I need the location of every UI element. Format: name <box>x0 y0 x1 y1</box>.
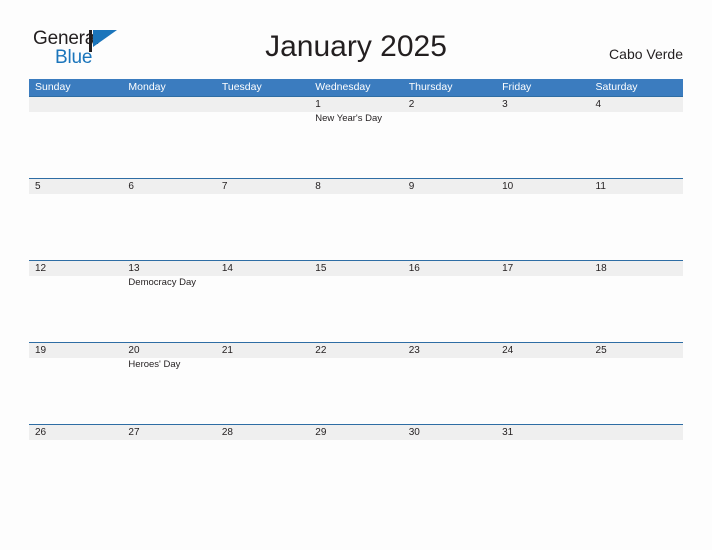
day-number: 19 <box>35 345 47 356</box>
day-number <box>596 425 683 440</box>
day-number: 26 <box>35 427 47 438</box>
day-number: 2 <box>408 99 415 110</box>
day-cell[interactable]: 29 <box>309 425 402 506</box>
day-number: 4 <box>595 99 602 110</box>
day-cell[interactable]: 14 <box>216 261 309 342</box>
day-number: 6 <box>128 181 134 192</box>
day-cell[interactable]: 16 <box>403 261 496 342</box>
day-cell[interactable]: 20 Heroes' Day <box>122 343 215 424</box>
day-cell[interactable]: 2 <box>403 97 496 178</box>
day-event: New Year's Day <box>315 113 383 124</box>
day-number: 30 <box>408 427 420 438</box>
day-number: 15 <box>315 263 327 274</box>
day-number: 9 <box>408 181 415 192</box>
day-cell[interactable]: 7 <box>216 179 309 260</box>
day-number: 17 <box>502 263 514 274</box>
day-number: 22 <box>315 345 327 356</box>
day-number: 7 <box>221 181 228 192</box>
day-number: 18 <box>595 263 607 274</box>
day-number: 21 <box>221 345 233 356</box>
day-cell[interactable]: 21 <box>216 343 309 424</box>
day-number: 8 <box>315 181 321 192</box>
country-label: Cabo Verde <box>609 46 683 62</box>
day-number: 10 <box>502 181 514 192</box>
day-cell[interactable] <box>29 97 122 178</box>
day-number: 1 <box>315 99 321 110</box>
day-number <box>222 97 309 112</box>
day-event: Democracy Day <box>128 277 196 288</box>
day-number: 14 <box>221 263 233 274</box>
day-cell[interactable]: 26 <box>29 425 122 506</box>
weekday-header-sunday: Sunday <box>35 81 71 93</box>
day-cell[interactable]: 6 <box>122 179 215 260</box>
day-number: 12 <box>35 263 47 274</box>
day-number: 24 <box>502 345 514 356</box>
weekday-header-friday: Friday <box>502 81 532 93</box>
day-cell[interactable] <box>122 97 215 178</box>
day-cell[interactable]: 5 <box>29 179 122 260</box>
page-header: General Blue January 2025 Cabo Verde <box>0 0 712 70</box>
week-row: 26 27 28 29 30 31 <box>29 424 683 506</box>
day-number: 16 <box>408 263 420 274</box>
day-cell[interactable]: 11 <box>590 179 683 260</box>
day-cell[interactable]: 19 <box>29 343 122 424</box>
day-number <box>35 97 122 112</box>
calendar-grid: Sunday Monday Tuesday Wednesday Thursday… <box>29 79 683 506</box>
day-event: Heroes' Day <box>128 359 181 370</box>
day-cell[interactable]: 22 <box>309 343 402 424</box>
day-cell[interactable]: 18 <box>590 261 683 342</box>
week-row: 1 New Year's Day 2 3 4 <box>29 96 683 178</box>
day-number: 28 <box>221 427 233 438</box>
day-cell[interactable]: 13 Democracy Day <box>122 261 215 342</box>
day-cell[interactable]: 12 <box>29 261 122 342</box>
weekday-header-row: Sunday Monday Tuesday Wednesday Thursday… <box>29 79 683 96</box>
day-cell[interactable]: 4 <box>590 97 683 178</box>
week-row: 12 13 Democracy Day 14 15 16 17 18 <box>29 260 683 342</box>
day-number: 29 <box>315 427 327 438</box>
day-cell[interactable]: 23 <box>403 343 496 424</box>
day-cell[interactable]: 27 <box>122 425 215 506</box>
day-cell[interactable]: 8 <box>309 179 402 260</box>
day-cell[interactable] <box>590 425 683 506</box>
day-number: 11 <box>595 181 606 192</box>
day-number: 20 <box>128 345 140 356</box>
day-number: 13 <box>128 263 140 274</box>
day-cell[interactable]: 17 <box>496 261 589 342</box>
weekday-header-monday: Monday <box>128 81 166 93</box>
day-cell[interactable]: 30 <box>403 425 496 506</box>
day-number: 23 <box>408 345 420 356</box>
weekday-header-wednesday: Wednesday <box>315 81 371 93</box>
day-cell[interactable]: 31 <box>496 425 589 506</box>
day-cell[interactable]: 1 New Year's Day <box>309 97 402 178</box>
day-number: 31 <box>502 427 514 438</box>
day-cell[interactable]: 15 <box>309 261 402 342</box>
weekday-header-tuesday: Tuesday <box>221 81 262 93</box>
week-row: 5 6 7 8 9 10 11 <box>29 178 683 260</box>
weekday-header-saturday: Saturday <box>595 81 638 93</box>
day-number: 25 <box>595 345 607 356</box>
day-cell[interactable]: 24 <box>496 343 589 424</box>
day-cell[interactable]: 25 <box>590 343 683 424</box>
day-cell[interactable]: 9 <box>403 179 496 260</box>
week-row: 19 20 Heroes' Day 21 22 23 24 25 <box>29 342 683 424</box>
day-number: 3 <box>502 99 508 110</box>
day-cell[interactable]: 3 <box>496 97 589 178</box>
weekday-header-thursday: Thursday <box>408 81 453 93</box>
day-cell[interactable]: 28 <box>216 425 309 506</box>
day-cell[interactable]: 10 <box>496 179 589 260</box>
page-title: January 2025 <box>265 30 447 63</box>
day-number <box>128 97 215 112</box>
day-number: 5 <box>35 181 41 192</box>
day-number: 27 <box>128 427 140 438</box>
day-cell[interactable] <box>216 97 309 178</box>
